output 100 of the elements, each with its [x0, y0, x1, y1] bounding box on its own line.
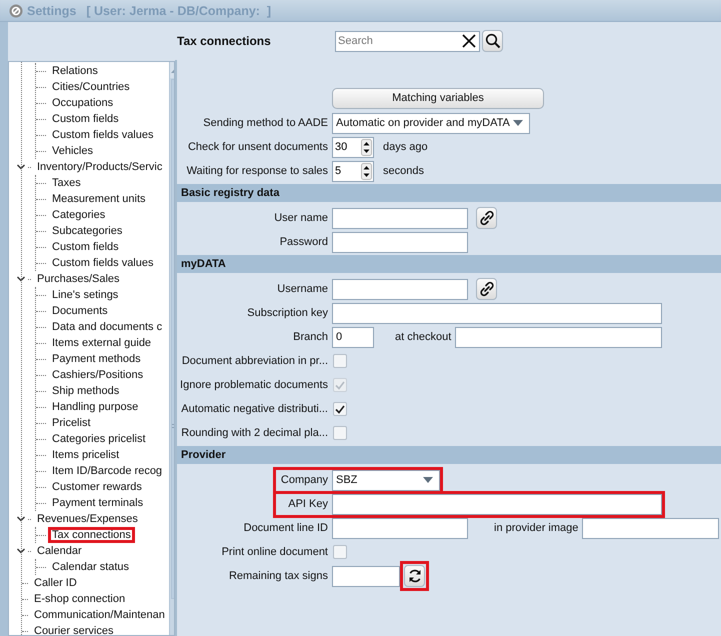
window-context: [ User: Jerma - DB/Company: ] — [86, 4, 272, 18]
link-icon — [478, 210, 494, 226]
field-label: API Key — [287, 498, 328, 510]
checkbox[interactable] — [333, 354, 347, 368]
field-label: Check for unsent documents — [186, 141, 328, 153]
tree-item[interactable]: Tax connections — [48, 527, 135, 543]
refresh-button[interactable] — [404, 565, 425, 587]
app-icon — [9, 4, 23, 18]
search-button[interactable] — [482, 30, 503, 52]
chevron-down-icon[interactable] — [16, 164, 26, 170]
text-field[interactable] — [332, 566, 400, 586]
field-label: Ignore problematic documents — [179, 379, 328, 391]
field-label: Document abbreviation in pr... — [180, 355, 328, 367]
tree-item[interactable]: Subcategories — [48, 223, 126, 239]
dropdown-arrow-icon — [513, 120, 523, 126]
tree-item[interactable]: Cities/Countries — [48, 79, 134, 95]
unit-label: days ago — [383, 141, 428, 153]
tree-item[interactable]: Calendar status — [48, 559, 134, 575]
chevron-down-icon[interactable] — [16, 276, 26, 282]
link-icon — [478, 281, 494, 297]
dropdown[interactable]: Automatic on provider and myDATA — [332, 112, 530, 134]
checkbox[interactable] — [333, 402, 347, 416]
chevron-down-icon[interactable] — [16, 516, 26, 522]
tree-item[interactable]: Items pricelist — [48, 447, 124, 463]
tree-item[interactable]: Pricelist — [48, 415, 95, 431]
tree-item[interactable]: Handling purpose — [48, 399, 142, 415]
checkmark-icon — [335, 404, 345, 414]
tree-item[interactable]: Payment methods — [48, 351, 145, 367]
unit-label: seconds — [383, 165, 424, 177]
tree-item[interactable]: Items external guide — [48, 335, 156, 351]
search-icon — [484, 33, 500, 49]
tree-item[interactable]: Categories — [48, 207, 110, 223]
field-label: Subscription key — [246, 307, 328, 319]
text-field[interactable] — [332, 208, 468, 228]
checkbox[interactable] — [333, 545, 347, 559]
text-field[interactable] — [332, 518, 468, 538]
field-label: Company — [280, 474, 328, 486]
tree-item[interactable]: Data and documents c — [48, 319, 166, 335]
clear-button[interactable] — [461, 32, 477, 48]
tree-item[interactable]: Custom fields — [48, 111, 123, 127]
tree-item[interactable]: Revenues/Expenses — [33, 511, 142, 527]
close-icon — [461, 32, 477, 48]
text-field[interactable] — [332, 302, 662, 324]
tree-item[interactable]: Communication/Maintenan — [30, 607, 169, 623]
tree-item[interactable]: Relations — [48, 63, 102, 79]
matching-variables-button[interactable]: Matching variables — [332, 88, 544, 108]
text-field[interactable] — [332, 494, 662, 514]
text-field[interactable] — [455, 326, 662, 348]
field-label: Automatic negative distributi... — [180, 403, 328, 415]
tree-item[interactable]: Customer rewards — [48, 479, 146, 495]
tree-item[interactable]: Occupations — [48, 95, 118, 111]
tree-item[interactable]: Custom fields — [48, 239, 123, 255]
field-label: Print online document — [220, 546, 328, 558]
field-label: Password — [278, 236, 328, 248]
spinner-arrows-icon — [361, 138, 372, 156]
tree-item[interactable]: Inventory/Products/Servic — [33, 159, 166, 175]
field-label: User name — [273, 212, 328, 224]
section-header: myDATA — [177, 255, 721, 273]
tree-item[interactable]: Purchases/Sales — [33, 271, 124, 287]
field-label: Username — [276, 283, 328, 295]
chevron-down-icon[interactable] — [16, 548, 26, 554]
field-label: Remaining tax signs — [228, 570, 328, 582]
link-button[interactable] — [476, 278, 497, 300]
tree-item[interactable]: Item ID/Barcode recog — [48, 463, 166, 479]
field-label: at checkout — [395, 331, 452, 343]
checkmark-icon — [335, 380, 345, 390]
section-header: Provider — [177, 446, 721, 464]
tree-item[interactable]: Custom fields values — [48, 127, 158, 143]
tree-item[interactable]: Line's setings — [48, 287, 122, 303]
dropdown-arrow-icon — [423, 477, 433, 483]
section-header: Basic registry data — [177, 184, 721, 202]
tree-item[interactable]: Measurement units — [48, 191, 150, 207]
tree-item[interactable]: E-shop connection — [30, 591, 130, 607]
link-button[interactable] — [476, 207, 497, 229]
tree-item[interactable]: Custom fields values — [48, 255, 158, 271]
field-label: Document line ID — [242, 522, 328, 534]
text-field[interactable]: 0 — [332, 326, 374, 348]
checkbox[interactable] — [333, 426, 347, 440]
text-field[interactable] — [332, 278, 468, 300]
field-label: in provider image — [494, 522, 578, 534]
dropdown-value: SBZ — [336, 474, 358, 486]
tree-item[interactable]: Payment terminals — [48, 495, 148, 511]
text-field[interactable] — [332, 232, 468, 252]
tree-item[interactable]: Categories pricelist — [48, 431, 150, 447]
field-label: Waiting for response to sales — [186, 165, 328, 177]
refresh-icon — [406, 568, 422, 584]
tree-item[interactable]: Cashiers/Positions — [48, 367, 148, 383]
tree-item[interactable]: Courier services — [30, 623, 118, 635]
tree-item[interactable]: Calendar — [33, 543, 86, 559]
tree-item[interactable]: Ship methods — [48, 383, 124, 399]
text-field[interactable] — [582, 518, 720, 538]
tree-item[interactable]: Taxes — [48, 175, 85, 191]
tree-item[interactable]: Caller ID — [30, 575, 81, 591]
tree-item[interactable]: Documents — [48, 303, 112, 319]
field-label: Branch — [292, 331, 328, 343]
page-title: Tax connections — [177, 34, 272, 48]
tree-item[interactable]: Vehicles — [48, 143, 97, 159]
spinner-arrows-icon — [361, 162, 372, 180]
search-field[interactable]: Search — [335, 30, 480, 52]
dropdown[interactable]: SBZ — [332, 470, 440, 490]
